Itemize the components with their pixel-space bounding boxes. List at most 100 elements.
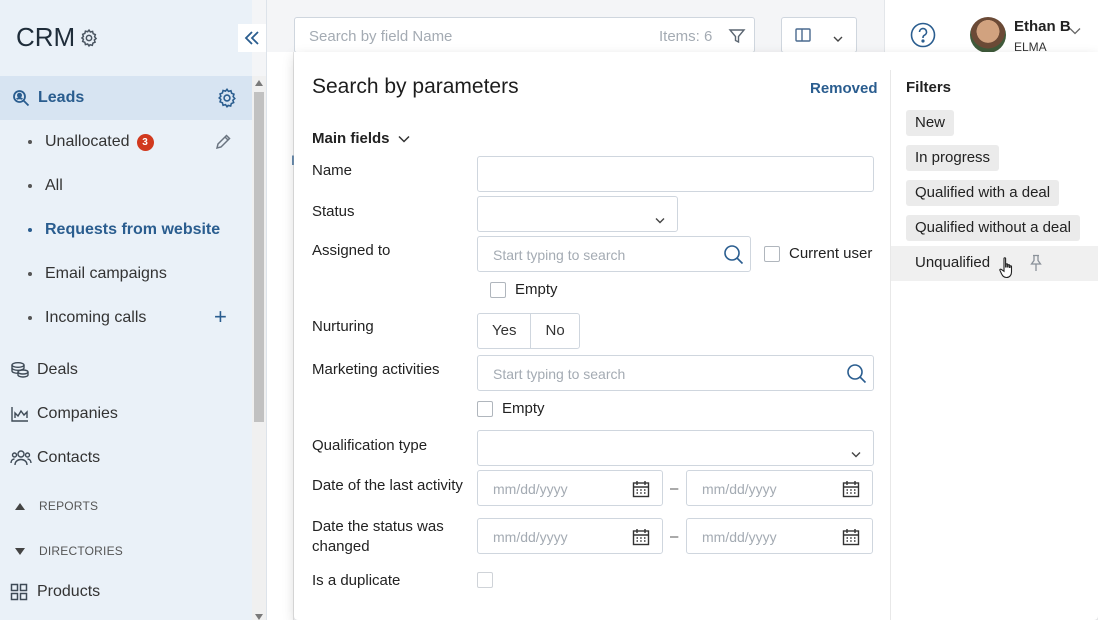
sidebar: CRM Leads Unallocated 3 All Requests fro…: [0, 0, 266, 620]
sidebar-item-companies[interactable]: Companies: [10, 403, 118, 425]
marketing-activities-input[interactable]: Start typing to search: [477, 355, 874, 391]
filter-chip-in-progress[interactable]: In progress: [906, 145, 1000, 171]
sidebar-item-label: Email campaigns: [45, 265, 167, 282]
sidebar-item-unallocated[interactable]: Unallocated 3: [28, 131, 154, 153]
coins-icon: [10, 361, 32, 379]
marketing-activities-label: Marketing activities: [312, 361, 440, 378]
search-input[interactable]: Search by field Name Items: 6: [294, 17, 755, 53]
last-activity-from[interactable]: mm/dd/yyyy: [477, 470, 663, 506]
add-icon[interactable]: +: [214, 306, 227, 328]
filter-icon[interactable]: [728, 27, 746, 49]
sidebar-item-label: Requests from website: [45, 221, 221, 238]
people-icon: [10, 449, 32, 467]
name-field[interactable]: [477, 156, 874, 192]
avatar[interactable]: [970, 17, 1006, 53]
sidebar-item-email-campaigns[interactable]: Email campaigns: [28, 263, 167, 285]
settings-gear-icon[interactable]: [216, 87, 238, 113]
sidebar-scrollbar[interactable]: [252, 76, 266, 620]
chevron-down-icon[interactable]: [1069, 22, 1081, 39]
date-placeholder: mm/dd/yyyy: [702, 529, 777, 545]
search-icon[interactable]: [846, 363, 867, 388]
qualification-type-select[interactable]: [477, 430, 874, 466]
pin-icon[interactable]: [1028, 254, 1044, 276]
sidebar-item-label: Incoming calls: [45, 309, 147, 326]
sidebar-item-products[interactable]: Products: [10, 581, 100, 603]
date-placeholder: mm/dd/yyyy: [493, 481, 568, 497]
triangle-down-icon: [15, 547, 25, 555]
panel-title: Search by parameters: [312, 75, 519, 98]
nurturing-label: Nurturing: [312, 318, 374, 335]
view-mode-button[interactable]: [781, 17, 857, 53]
calendar-icon[interactable]: [632, 528, 650, 550]
sidebar-item-all[interactable]: All: [28, 175, 63, 197]
last-activity-to[interactable]: mm/dd/yyyy: [686, 470, 873, 506]
bullet: [28, 272, 32, 276]
bullet: [28, 140, 32, 144]
help-icon[interactable]: [910, 22, 936, 52]
duplicate-label: Is a duplicate: [312, 572, 401, 589]
search-icon[interactable]: [723, 244, 744, 269]
assigned-empty-checkbox[interactable]: [490, 282, 506, 298]
date-placeholder: mm/dd/yyyy: [702, 481, 777, 497]
assigned-placeholder: Start typing to search: [493, 247, 626, 263]
status-select[interactable]: [477, 196, 678, 232]
calendar-icon[interactable]: [842, 528, 860, 550]
user-name[interactable]: Ethan B: [1014, 18, 1071, 35]
items-count: Items: 6: [659, 28, 713, 45]
filters-title: Filters: [906, 79, 952, 96]
sidebar-item-label: All: [45, 177, 63, 194]
search-placeholder: Search by field Name: [309, 28, 453, 45]
sidebar-item-contacts[interactable]: Contacts: [10, 447, 100, 469]
sidebar-item-label: Deals: [37, 361, 78, 378]
columns-icon: [795, 28, 811, 46]
divider: [890, 70, 891, 620]
empty-label: Empty: [515, 281, 558, 298]
scrollbar-thumb[interactable]: [254, 92, 264, 422]
scroll-down-icon[interactable]: [255, 614, 263, 620]
chevron-down-icon: [655, 211, 665, 228]
section-reports[interactable]: REPORTS: [15, 496, 98, 516]
pencil-icon[interactable]: [214, 133, 232, 155]
status-changed-to[interactable]: mm/dd/yyyy: [686, 518, 873, 554]
filter-chip-qualified-without-deal[interactable]: Qualified without a deal: [906, 215, 1080, 241]
chevron-down-icon: [833, 30, 843, 47]
marketing-empty-checkbox[interactable]: [477, 401, 493, 417]
name-label: Name: [312, 162, 353, 179]
section-directories[interactable]: DIRECTORIES: [15, 541, 123, 561]
removed-link[interactable]: Removed: [810, 80, 878, 97]
status-changed-from[interactable]: mm/dd/yyyy: [477, 518, 663, 554]
status-changed-label: Date the status was changed: [312, 518, 444, 555]
status-label: Status: [312, 203, 355, 220]
chevron-down-icon: [397, 135, 410, 143]
calendar-icon[interactable]: [842, 480, 860, 502]
app-title: CRM: [16, 22, 76, 52]
grid-icon: [10, 583, 32, 601]
date-placeholder: mm/dd/yyyy: [493, 529, 568, 545]
sidebar-item-requests-from-website[interactable]: Requests from website: [28, 219, 220, 241]
filter-chip-qualified-with-deal[interactable]: Qualified with a deal: [906, 180, 1060, 206]
bullet: [28, 228, 32, 232]
filter-chip-new[interactable]: New: [906, 110, 955, 136]
filter-label: Unqualified: [915, 254, 991, 271]
sidebar-item-leads[interactable]: Leads: [0, 76, 252, 120]
sidebar-item-label: Contacts: [37, 449, 101, 466]
section-label: DIRECTORIES: [39, 544, 123, 558]
main-fields-toggle[interactable]: Main fields: [312, 130, 410, 147]
double-chevron-left-icon: [244, 31, 259, 45]
chart-icon: [10, 405, 32, 423]
filter-chip-unqualified[interactable]: Unqualified: [891, 246, 1098, 281]
duplicate-checkbox[interactable]: [477, 572, 493, 588]
sidebar-item-deals[interactable]: Deals: [10, 359, 78, 381]
empty-label: Empty: [502, 400, 545, 417]
scroll-up-icon[interactable]: [255, 80, 263, 86]
no-button[interactable]: No: [530, 314, 578, 348]
current-user-checkbox[interactable]: [764, 246, 780, 262]
search-person-icon: [12, 89, 30, 111]
calendar-icon[interactable]: [632, 480, 650, 502]
yes-button[interactable]: Yes: [478, 314, 530, 348]
collapse-sidebar-button[interactable]: [238, 24, 266, 52]
gear-icon[interactable]: [79, 28, 99, 52]
sidebar-item-incoming-calls[interactable]: Incoming calls: [28, 307, 146, 329]
assigned-to-input[interactable]: Start typing to search: [477, 236, 751, 272]
current-user-label: Current user: [789, 245, 873, 262]
